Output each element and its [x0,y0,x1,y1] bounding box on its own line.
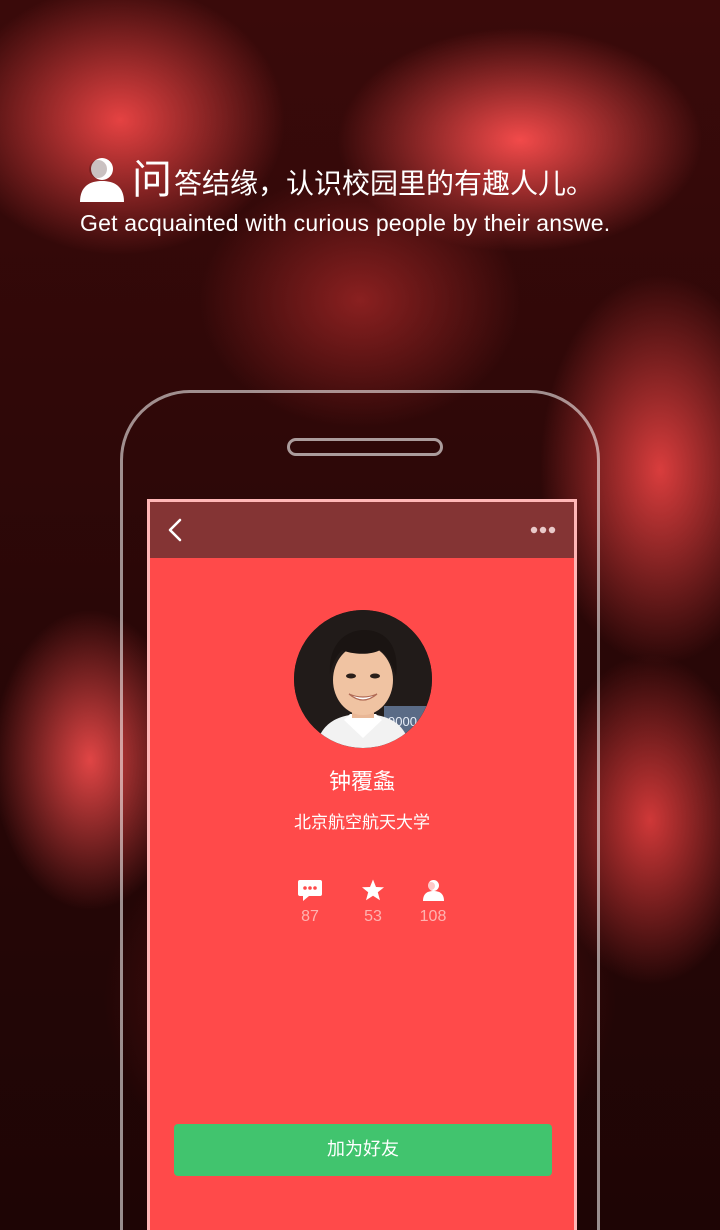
top-bar [150,502,574,558]
stat-followers-count: 108 [419,908,447,925]
star-icon [362,879,384,901]
profile-stats: 87 53 108 [150,878,574,938]
followers-icon [423,880,444,901]
avatar[interactable]: 9000 [294,610,432,748]
phone-speaker [287,438,443,456]
stat-answers[interactable]: 87 [280,878,340,926]
headline-subtitle: Get acquainted with curious people by th… [80,210,611,236]
comment-icon [298,880,322,901]
headline-text: 答结缘，认识校园里的有趣人儿。 [174,167,595,200]
profile-name: 钟覆螽 [328,770,395,795]
more-dots-icon[interactable] [530,526,556,534]
stat-answers-count: 87 [301,908,319,925]
stat-followers[interactable]: 108 [403,878,463,926]
avatar-photo: 9000 [294,610,432,748]
stat-favorites[interactable]: 53 [343,878,403,926]
phone-screen: 9000 钟覆螽 北京航空航天大学 87 53 108 加为好友 [147,499,577,1230]
headline: 问 答结缘，认识校园里的有趣人儿。 [76,154,594,204]
chevron-left-icon[interactable] [164,516,188,544]
stat-favorites-count: 53 [364,908,382,925]
add-friend-button[interactable]: 加为好友 [174,1124,552,1176]
headline-first-char: 问 [132,157,172,203]
people-icon [80,158,124,202]
profile-school: 北京航空航天大学 [294,813,430,833]
